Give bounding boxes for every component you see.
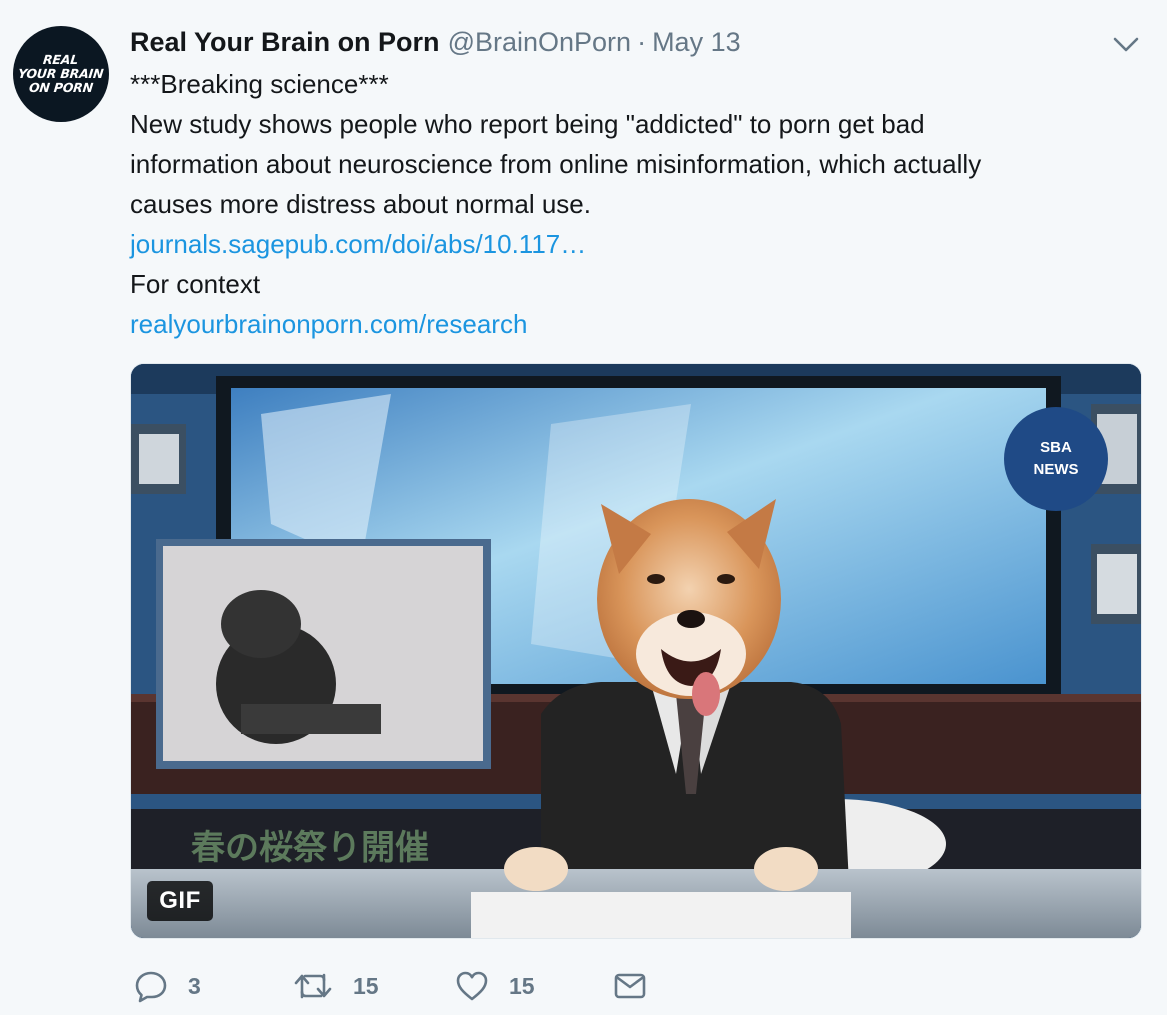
logo-text-bottom: NEWS (1034, 461, 1079, 478)
tweet-text: ***Breaking science*** New study shows p… (130, 64, 1130, 344)
avatar-text-line-1: REAL (42, 52, 80, 67)
research-link[interactable]: realyourbrainonporn.com/research (130, 304, 1130, 344)
chevron-down-icon[interactable] (1112, 34, 1140, 54)
like-count: 15 (509, 972, 535, 999)
tweet-line-1: ***Breaking science*** (130, 69, 389, 99)
display-name[interactable]: Real Your Brain on Porn (130, 27, 440, 58)
like-button[interactable]: 15 (455, 960, 535, 1012)
tweet-actions: 3 15 15 (0, 960, 1167, 1012)
logo-text-top: SBA (1040, 439, 1072, 456)
context-text: For context (130, 269, 261, 299)
retweet-icon (293, 969, 333, 1003)
journal-link[interactable]: journals.sagepub.com/doi/abs/10.117… (130, 224, 1130, 264)
separator-dot: · (637, 26, 647, 57)
gif-caption: 春の桜祭り開催 (191, 828, 429, 868)
tweet-line-4: causes more distress about normal use. (130, 189, 591, 219)
gif-media[interactable]: SBA NEWS 春の桜祭り開催 (130, 363, 1142, 939)
tweet: REAL YOUR BRAIN ON PORN Real Your Brain … (0, 0, 1167, 1015)
avatar-text-line-3: ON PORN (28, 80, 94, 95)
reply-count: 3 (188, 972, 201, 999)
reply-button[interactable]: 3 (134, 960, 201, 1012)
avatar[interactable]: REAL YOUR BRAIN ON PORN (13, 26, 109, 122)
tweet-date[interactable]: May 13 (652, 27, 741, 58)
reply-icon (134, 969, 168, 1003)
direct-message-button[interactable] (613, 960, 647, 1012)
retweet-button[interactable]: 15 (293, 960, 379, 1012)
user-handle[interactable]: @BrainOnPorn (448, 27, 632, 58)
like-icon (455, 969, 489, 1003)
tweet-header: Real Your Brain on Porn @BrainOnPorn · M… (130, 24, 741, 60)
tweet-line-2: New study shows people who report being … (130, 109, 925, 139)
retweet-count: 15 (353, 972, 379, 999)
message-icon (613, 969, 647, 1003)
avatar-text-line-2: YOUR BRAIN (17, 66, 105, 81)
gif-badge: GIF (147, 881, 213, 921)
tweet-line-3: information about neuroscience from onli… (130, 149, 982, 179)
